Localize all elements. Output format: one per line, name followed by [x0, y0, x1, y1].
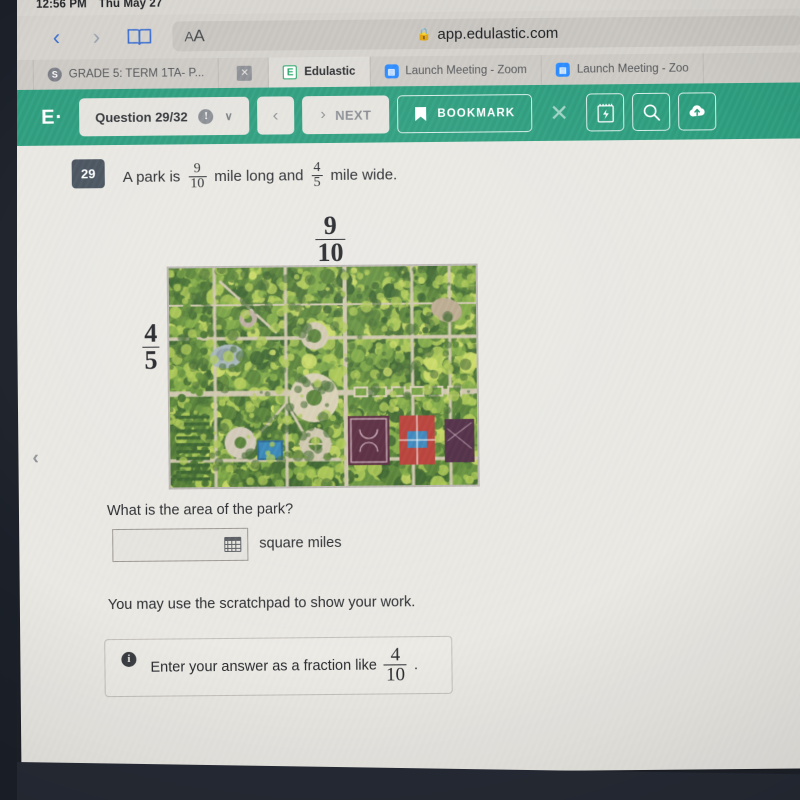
- bookmarks-button[interactable]: [116, 20, 162, 54]
- bookmark-label: BOOKMARK: [437, 107, 516, 120]
- fraction-denominator: 10: [383, 664, 408, 686]
- photo-bezel-left: [0, 0, 17, 800]
- zoom-button[interactable]: [632, 92, 671, 132]
- edulastic-icon: E: [283, 65, 298, 80]
- tab-title: Launch Meeting - Zoom: [405, 64, 527, 78]
- chevron-left-icon: ‹: [272, 105, 279, 125]
- url-text: app.edulastic.com: [437, 24, 559, 43]
- previous-question-button[interactable]: ‹: [256, 96, 295, 135]
- hint-text-1: Enter your answer as a fraction like: [150, 657, 378, 676]
- info-icon: !: [198, 108, 214, 124]
- stem-text-1: A park is: [122, 168, 181, 187]
- question-stem: A park is 9 10 mile long and 4 5 mile wi…: [123, 156, 398, 192]
- fraction-numerator: 9: [193, 161, 201, 177]
- fraction-denominator: 5: [142, 345, 160, 375]
- width-fraction: 4 5: [311, 160, 323, 191]
- question-number-badge: 29: [71, 159, 105, 189]
- browser-tab-zoom-2[interactable]: ▤ Launch Meeting - Zoo: [541, 53, 704, 85]
- edulastic-toolbar: E· Question 29/32 ! ∨ ‹ › NEXT BOOKMARK: [14, 82, 800, 146]
- next-question-button[interactable]: › NEXT: [302, 95, 390, 135]
- diagram-top-label: 9 10: [312, 210, 349, 268]
- fraction-numerator: 9: [323, 210, 337, 240]
- back-button[interactable]: ‹: [36, 20, 76, 54]
- question-selector[interactable]: Question 29/32 ! ∨: [79, 96, 249, 137]
- fraction-numerator: 4: [144, 318, 158, 348]
- answer-format-hint: i Enter your answer as a fraction like 4…: [104, 635, 453, 697]
- close-button[interactable]: ✕: [540, 94, 578, 132]
- question-counter-label: Question 29/32: [95, 108, 188, 125]
- browser-tab-grade5[interactable]: S GRADE 5: TERM 1TA- P...: [32, 58, 220, 90]
- browser-toolbar: ‹ › AA 🔒 app.edulastic.com: [14, 8, 800, 60]
- keypad-icon[interactable]: [224, 536, 242, 552]
- answer-row: square miles: [112, 522, 800, 562]
- bookmark-button[interactable]: BOOKMARK: [397, 94, 533, 134]
- book-icon: [127, 28, 152, 45]
- close-icon: ✕: [549, 99, 569, 126]
- chevron-right-icon: ›: [92, 24, 101, 50]
- next-label: NEXT: [335, 107, 372, 123]
- info-icon: i: [121, 651, 137, 667]
- hint-text: Enter your answer as a fraction like 4 1…: [150, 643, 419, 687]
- fraction-denominator: 5: [311, 175, 323, 191]
- photo-of-tablet-screen: 12:56 PM Thu May 27 ‹ › AA 🔒 app.edulast…: [0, 0, 800, 800]
- fraction-numerator: 4: [390, 643, 401, 666]
- address-bar[interactable]: AA 🔒 app.edulastic.com: [172, 15, 800, 52]
- upload-button[interactable]: [678, 92, 717, 131]
- fraction-denominator: 10: [315, 237, 346, 268]
- bookmark-icon: [415, 107, 427, 122]
- edulastic-logo: E·: [41, 106, 64, 129]
- fraction-numerator: 4: [313, 160, 321, 176]
- chevron-down-icon: ∨: [224, 110, 233, 123]
- answer-unit-label: square miles: [259, 534, 342, 552]
- url-display: 🔒 app.edulastic.com: [172, 22, 800, 45]
- zoom-icon: ▤: [384, 64, 399, 79]
- scratchpad-icon: [596, 103, 614, 123]
- diagram-left-label: 4 5: [139, 318, 163, 375]
- answer-prompt: What is the area of the park?: [106, 500, 294, 519]
- status-bar-date: Thu May 27: [98, 0, 163, 11]
- tab-title: Edulastic: [304, 65, 356, 79]
- question-stem-row: 29 A park is 9 10 mile long and 4 5 mile…: [15, 138, 800, 193]
- lock-icon: 🔒: [416, 26, 432, 42]
- scratchpad-button[interactable]: [586, 93, 625, 132]
- scratchpad-note: You may use the scratchpad to show your …: [107, 593, 416, 613]
- magnifier-icon: [643, 104, 660, 121]
- browser-tab-edulastic[interactable]: E Edulastic: [269, 56, 371, 88]
- stem-text-3: mile wide.: [330, 166, 398, 185]
- tab-close-button[interactable]: ✕: [219, 57, 270, 89]
- close-icon: ✕: [237, 65, 253, 81]
- park-diagram: 9 10 4 5: [16, 202, 800, 490]
- shield-s-icon: S: [47, 67, 62, 82]
- park-aerial-canvas: [168, 265, 478, 488]
- forward-button[interactable]: ›: [76, 20, 116, 54]
- tab-title: GRADE 5: TERM 1TA- P...: [68, 67, 205, 81]
- tablet-screen: 12:56 PM Thu May 27 ‹ › AA 🔒 app.edulast…: [14, 0, 800, 776]
- assessment-content: ‹ 29 A park is 9 10 mile long and 4 5 mi…: [15, 138, 800, 776]
- park-aerial-image: [166, 263, 480, 490]
- status-bar-time: 12:56 PM: [36, 0, 87, 11]
- example-fraction: 4 10: [383, 643, 408, 686]
- length-fraction: 9 10: [188, 161, 207, 192]
- cloud-upload-icon: [689, 105, 705, 117]
- chevron-left-icon: ‹: [52, 24, 61, 50]
- browser-tab-zoom-1[interactable]: ▤ Launch Meeting - Zoom: [370, 54, 542, 87]
- zoom-icon: ▤: [555, 62, 570, 77]
- answer-input[interactable]: [112, 527, 249, 562]
- tab-title: Launch Meeting - Zoo: [576, 62, 689, 76]
- chevron-right-icon: ›: [320, 106, 327, 124]
- stem-text-2: mile long and: [214, 167, 304, 186]
- fraction-denominator: 10: [188, 176, 207, 192]
- hint-text-2: .: [413, 656, 419, 673]
